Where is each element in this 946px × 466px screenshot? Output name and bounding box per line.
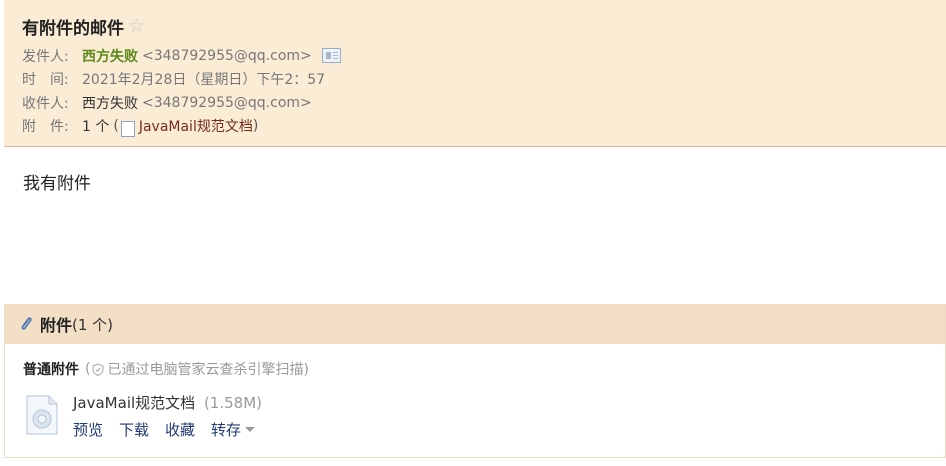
time-label: 时 间: [22, 72, 69, 89]
contact-card-icon[interactable] [321, 48, 341, 64]
file-name-row: JavaMail规范文档 (1.58M) [73, 392, 271, 413]
attachment-label: 附 件: [22, 119, 69, 136]
file-info: JavaMail规范文档 (1.58M) 预览 下载 收藏 转存 [73, 392, 271, 440]
recipient-label: 收件人: [22, 95, 69, 112]
scan-note: ( 已通过电脑管家云查杀引擎扫描) [85, 359, 309, 379]
time-value: 2021年2月28日（星期日）下午2：57 [82, 72, 326, 89]
attachment-file-card: JavaMail规范文档 (1.58M) 预览 下载 收藏 转存 [25, 392, 271, 440]
favorite-link[interactable]: 收藏 [165, 419, 195, 440]
document-icon [120, 121, 135, 138]
sender-name[interactable]: 西方失败 [82, 46, 138, 66]
preview-link[interactable]: 预览 [73, 419, 103, 440]
mail-header: 有附件的邮件 ☆ 发件人: 西方失败 <348792955@qq.com> 时 … [4, 0, 946, 147]
attachment-paren-open: ( [113, 118, 119, 135]
sender-label: 发件人: [22, 48, 69, 65]
attachment-section-header: 附件 (1 个) [5, 304, 945, 344]
caret-down-icon [245, 427, 256, 432]
normal-attachment-label: 普通附件 [23, 362, 79, 378]
forward-save-label: 转存 [211, 421, 242, 439]
shield-icon [92, 362, 105, 376]
attachment-row: 附 件: 1 个 ( JavaMail规范文档 ) [22, 115, 946, 139]
normal-attachment-row: 普通附件 ( 已通过电脑管家云查杀引擎扫描) [23, 359, 309, 379]
attachment-link[interactable]: JavaMail规范文档 [139, 116, 253, 136]
attachment-count: 1 个 [82, 119, 110, 136]
paperclip-icon [21, 317, 32, 330]
attachment-section: 附件 (1 个) 普通附件 ( 已通过电脑管家云查杀引擎扫描) JavaMail… [4, 304, 946, 458]
forward-save-dropdown[interactable]: 转存 [211, 419, 256, 440]
scan-text: 已通过电脑管家云查杀引擎扫描) [107, 362, 309, 378]
file-type-icon[interactable] [25, 395, 59, 435]
recipient-address: <348792955@qq.com> [142, 94, 312, 111]
star-icon[interactable]: ☆ [128, 16, 145, 36]
file-name[interactable]: JavaMail规范文档 [73, 394, 195, 412]
attachment-section-count: (1 个) [72, 315, 114, 334]
mail-body: 我有附件 [23, 174, 91, 194]
sender-row: 发件人: 西方失败 <348792955@qq.com> [22, 44, 946, 68]
scan-paren-open: ( [85, 361, 91, 377]
time-row: 时 间: 2021年2月28日（星期日）下午2：57 [22, 68, 946, 92]
attachment-section-title: 附件 [40, 316, 73, 335]
download-link[interactable]: 下载 [119, 419, 149, 440]
recipient-name[interactable]: 西方失败 [82, 93, 138, 113]
file-size: (1.58M) [203, 394, 262, 412]
file-actions: 预览 下载 收藏 转存 [73, 419, 271, 440]
subject-row: 有附件的邮件 ☆ [22, 14, 946, 39]
attachment-paren-close: ) [252, 118, 259, 135]
sender-address: <348792955@qq.com> [142, 47, 312, 64]
mail-subject: 有附件的邮件 [22, 18, 124, 39]
recipient-row: 收件人: 西方失败 <348792955@qq.com> [22, 91, 946, 115]
